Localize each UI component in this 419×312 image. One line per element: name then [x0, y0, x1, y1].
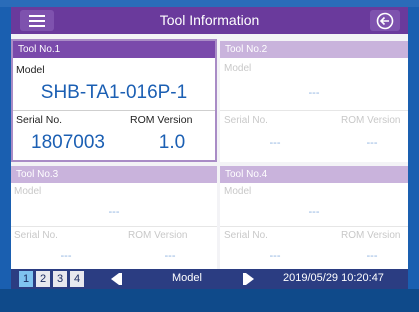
page-button-4[interactable]: 4 — [70, 271, 84, 287]
serial-value: --- — [269, 137, 281, 149]
tool-panel-1[interactable]: Tool No.1 Model SHB-TA1-016P-1 Serial No… — [11, 39, 217, 162]
serial-label: Serial No. — [224, 115, 268, 126]
tool-panel-3[interactable]: Tool No.3 Model --- Serial No. ROM Versi… — [11, 166, 217, 269]
rom-version-label: ROM Version — [341, 115, 401, 126]
serial-value: --- — [269, 250, 281, 262]
datetime-display: 2019/05/29 10:20:47 — [283, 272, 384, 284]
page-button-3[interactable]: 3 — [53, 271, 67, 287]
serial-label: Serial No. — [14, 230, 58, 241]
mode-label: Model — [172, 272, 202, 284]
rom-version-value: --- — [366, 137, 378, 149]
model-label: Model — [14, 186, 42, 197]
tool-panel-header: Tool No.2 — [220, 41, 408, 58]
rom-version-value: 1.0 — [158, 132, 186, 153]
model-label: Model — [224, 186, 252, 197]
screen: Tool Information Tool No.1 Model SHB-TA1… — [11, 7, 408, 289]
device-bezel-top — [0, 0, 419, 7]
title-bar: Tool Information — [11, 7, 408, 34]
rom-version-value: --- — [366, 250, 378, 262]
serial-value: 1807003 — [31, 132, 105, 153]
model-value: --- — [308, 206, 320, 218]
page-title: Tool Information — [159, 12, 260, 28]
panel-divider — [220, 226, 408, 227]
model-label: Model — [16, 64, 45, 76]
serial-label: Serial No. — [16, 114, 63, 126]
previous-arrow-icon[interactable] — [108, 272, 124, 286]
rom-version-value: --- — [164, 250, 176, 262]
tool-panel-4[interactable]: Tool No.4 Model --- Serial No. ROM Versi… — [220, 166, 408, 269]
panel-divider — [11, 226, 217, 227]
page-button-1[interactable]: 1 — [19, 271, 33, 287]
panel-divider — [13, 110, 215, 111]
tool-panel-header: Tool No.1 — [13, 41, 215, 58]
tool-panel-2[interactable]: Tool No.2 Model --- Serial No. ROM Versi… — [220, 41, 408, 162]
panel-divider — [220, 110, 408, 111]
next-arrow-icon[interactable] — [241, 272, 257, 286]
model-value: SHB-TA1-016P-1 — [40, 82, 188, 103]
rom-version-label: ROM Version — [130, 114, 193, 126]
model-label: Model — [224, 63, 252, 74]
rom-version-label: ROM Version — [341, 230, 401, 241]
model-value: --- — [108, 206, 120, 218]
tool-panel-header: Tool No.4 — [220, 166, 408, 183]
page-button-2[interactable]: 2 — [36, 271, 50, 287]
serial-label: Serial No. — [224, 230, 268, 241]
back-arrow-icon — [376, 12, 394, 30]
device-bezel-bottom — [0, 289, 419, 312]
tool-panel-header: Tool No.3 — [11, 166, 217, 183]
serial-value: --- — [60, 250, 72, 262]
back-button[interactable] — [370, 10, 400, 31]
rom-version-label: ROM Version — [128, 230, 188, 241]
model-value: --- — [308, 87, 320, 99]
status-bar: 1 2 3 4 Model 2019/05/29 10:20:47 — [11, 269, 408, 289]
